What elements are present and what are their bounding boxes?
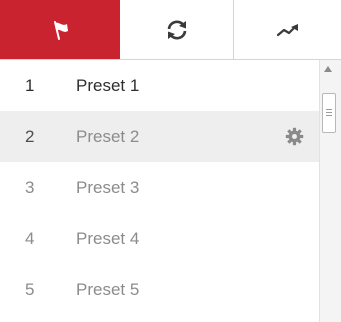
flag-icon [54, 20, 68, 40]
preset-name: Preset 2 [76, 126, 140, 146]
preset-row[interactable]: 4 Preset 4 [0, 213, 319, 264]
gear-icon[interactable] [285, 127, 304, 146]
tab-presets[interactable] [0, 0, 120, 59]
tab-patrols[interactable] [120, 0, 234, 59]
grip-line [326, 109, 332, 110]
ptz-preset-panel: 1 Preset 1 2 Preset 2 3 Preset 3 4 Prese… [0, 0, 341, 322]
preset-name: Preset 1 [76, 75, 140, 95]
preset-number: 2 [25, 126, 35, 146]
grip-line [326, 112, 332, 113]
patrol-refresh-icon [167, 20, 186, 39]
preset-number: 3 [25, 177, 35, 197]
preset-row[interactable]: 2 Preset 2 [0, 111, 319, 162]
preset-number: 1 [25, 75, 35, 95]
preset-name: Preset 5 [76, 279, 140, 299]
scroll-thumb[interactable] [322, 93, 336, 133]
preset-list: 1 Preset 1 2 Preset 2 3 Preset 3 4 Prese… [0, 60, 319, 322]
preset-row[interactable]: 1 Preset 1 [0, 60, 319, 111]
preset-name: Preset 3 [76, 177, 140, 197]
grip-line [326, 115, 332, 116]
scroll-up-arrow-icon[interactable] [324, 66, 332, 72]
preset-number: 5 [25, 279, 35, 299]
tab-pattern[interactable] [234, 0, 341, 59]
preset-number: 4 [25, 228, 35, 248]
vertical-scrollbar[interactable] [319, 60, 341, 322]
preset-row[interactable]: 3 Preset 3 [0, 162, 319, 213]
pattern-trend-icon [276, 23, 298, 36]
preset-row[interactable]: 5 Preset 5 [0, 264, 319, 315]
ptz-tab-bar [0, 0, 341, 60]
preset-name: Preset 4 [76, 228, 140, 248]
